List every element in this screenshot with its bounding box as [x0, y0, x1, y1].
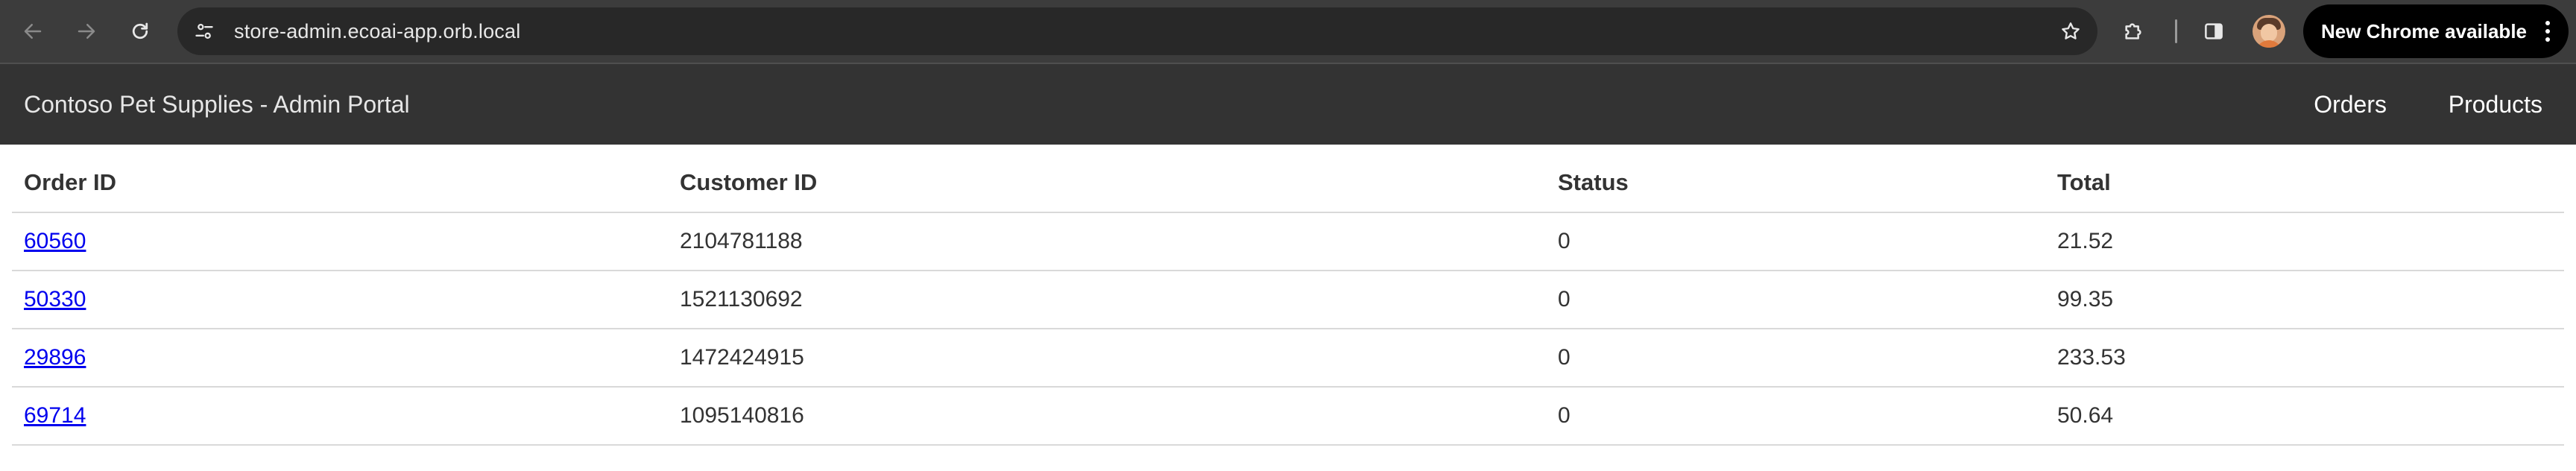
total-cell: 233.53 — [2045, 329, 2564, 388]
total-cell: 50.64 — [2045, 387, 2564, 446]
table-row: 60560 2104781188 0 21.52 — [12, 212, 2564, 271]
customer-id-cell: 2104781188 — [668, 212, 1546, 271]
table-header-row: Order ID Customer ID Status Total — [12, 154, 2564, 213]
status-cell: 0 — [1546, 387, 2045, 446]
total-cell: 99.35 — [2045, 271, 2564, 329]
address-bar[interactable]: store-admin.ecoai-app.orb.local — [177, 7, 2097, 55]
side-panel-icon — [2205, 23, 2223, 39]
star-icon — [2062, 22, 2080, 39]
total-cell: 21.52 — [2045, 212, 2564, 271]
chrome-update-button[interactable]: New Chrome available — [2303, 4, 2569, 58]
profile-avatar[interactable] — [2253, 15, 2285, 48]
customer-id-cell: 1095140816 — [668, 387, 1546, 446]
customer-id-cell: 1521130692 — [668, 271, 1546, 329]
orders-table: Order ID Customer ID Status Total 60560 … — [12, 154, 2564, 446]
puzzle-icon — [2125, 23, 2141, 39]
customer-id-cell: 1472424915 — [668, 329, 1546, 388]
column-header-order-id: Order ID — [12, 154, 668, 213]
update-label: New Chrome available — [2321, 19, 2527, 42]
site-info-button[interactable] — [188, 15, 221, 48]
table-row: 29896 1472424915 0 233.53 — [12, 329, 2564, 388]
tune-icon — [195, 23, 213, 39]
url-text[interactable]: store-admin.ecoai-app.orb.local — [234, 7, 520, 55]
side-panel-button[interactable] — [2196, 13, 2232, 49]
back-button[interactable] — [15, 13, 51, 49]
column-header-total: Total — [2045, 154, 2564, 213]
order-id-link[interactable]: 50330 — [24, 287, 86, 312]
browser-toolbar: store-admin.ecoai-app.orb.local New Chro… — [0, 0, 2576, 63]
order-id-link[interactable]: 60560 — [24, 229, 86, 253]
column-header-customer-id: Customer ID — [668, 154, 1546, 213]
status-cell: 0 — [1546, 271, 2045, 329]
extensions-button[interactable] — [2115, 13, 2151, 49]
order-id-link[interactable]: 29896 — [24, 345, 86, 370]
order-id-link[interactable]: 69714 — [24, 403, 86, 428]
toolbar-divider — [2175, 19, 2177, 43]
table-row: 69714 1095140816 0 50.64 — [12, 387, 2564, 446]
app-title: Contoso Pet Supplies - Admin Portal — [24, 91, 410, 118]
column-header-status: Status — [1546, 154, 2045, 213]
reload-button[interactable] — [122, 13, 158, 49]
status-cell: 0 — [1546, 212, 2045, 271]
arrow-right-icon — [78, 24, 95, 39]
arrow-left-icon — [24, 24, 42, 39]
kebab-menu-icon[interactable] — [2540, 16, 2555, 46]
reload-icon — [132, 22, 148, 39]
nav-orders-link[interactable]: Orders — [2314, 64, 2387, 145]
app-header: Contoso Pet Supplies - Admin Portal Orde… — [0, 64, 2576, 145]
bookmark-button[interactable] — [2054, 15, 2087, 48]
forward-button[interactable] — [69, 13, 104, 49]
status-cell: 0 — [1546, 329, 2045, 388]
nav-products-link[interactable]: Products — [2449, 64, 2542, 145]
table-row: 50330 1521130692 0 99.35 — [12, 271, 2564, 329]
